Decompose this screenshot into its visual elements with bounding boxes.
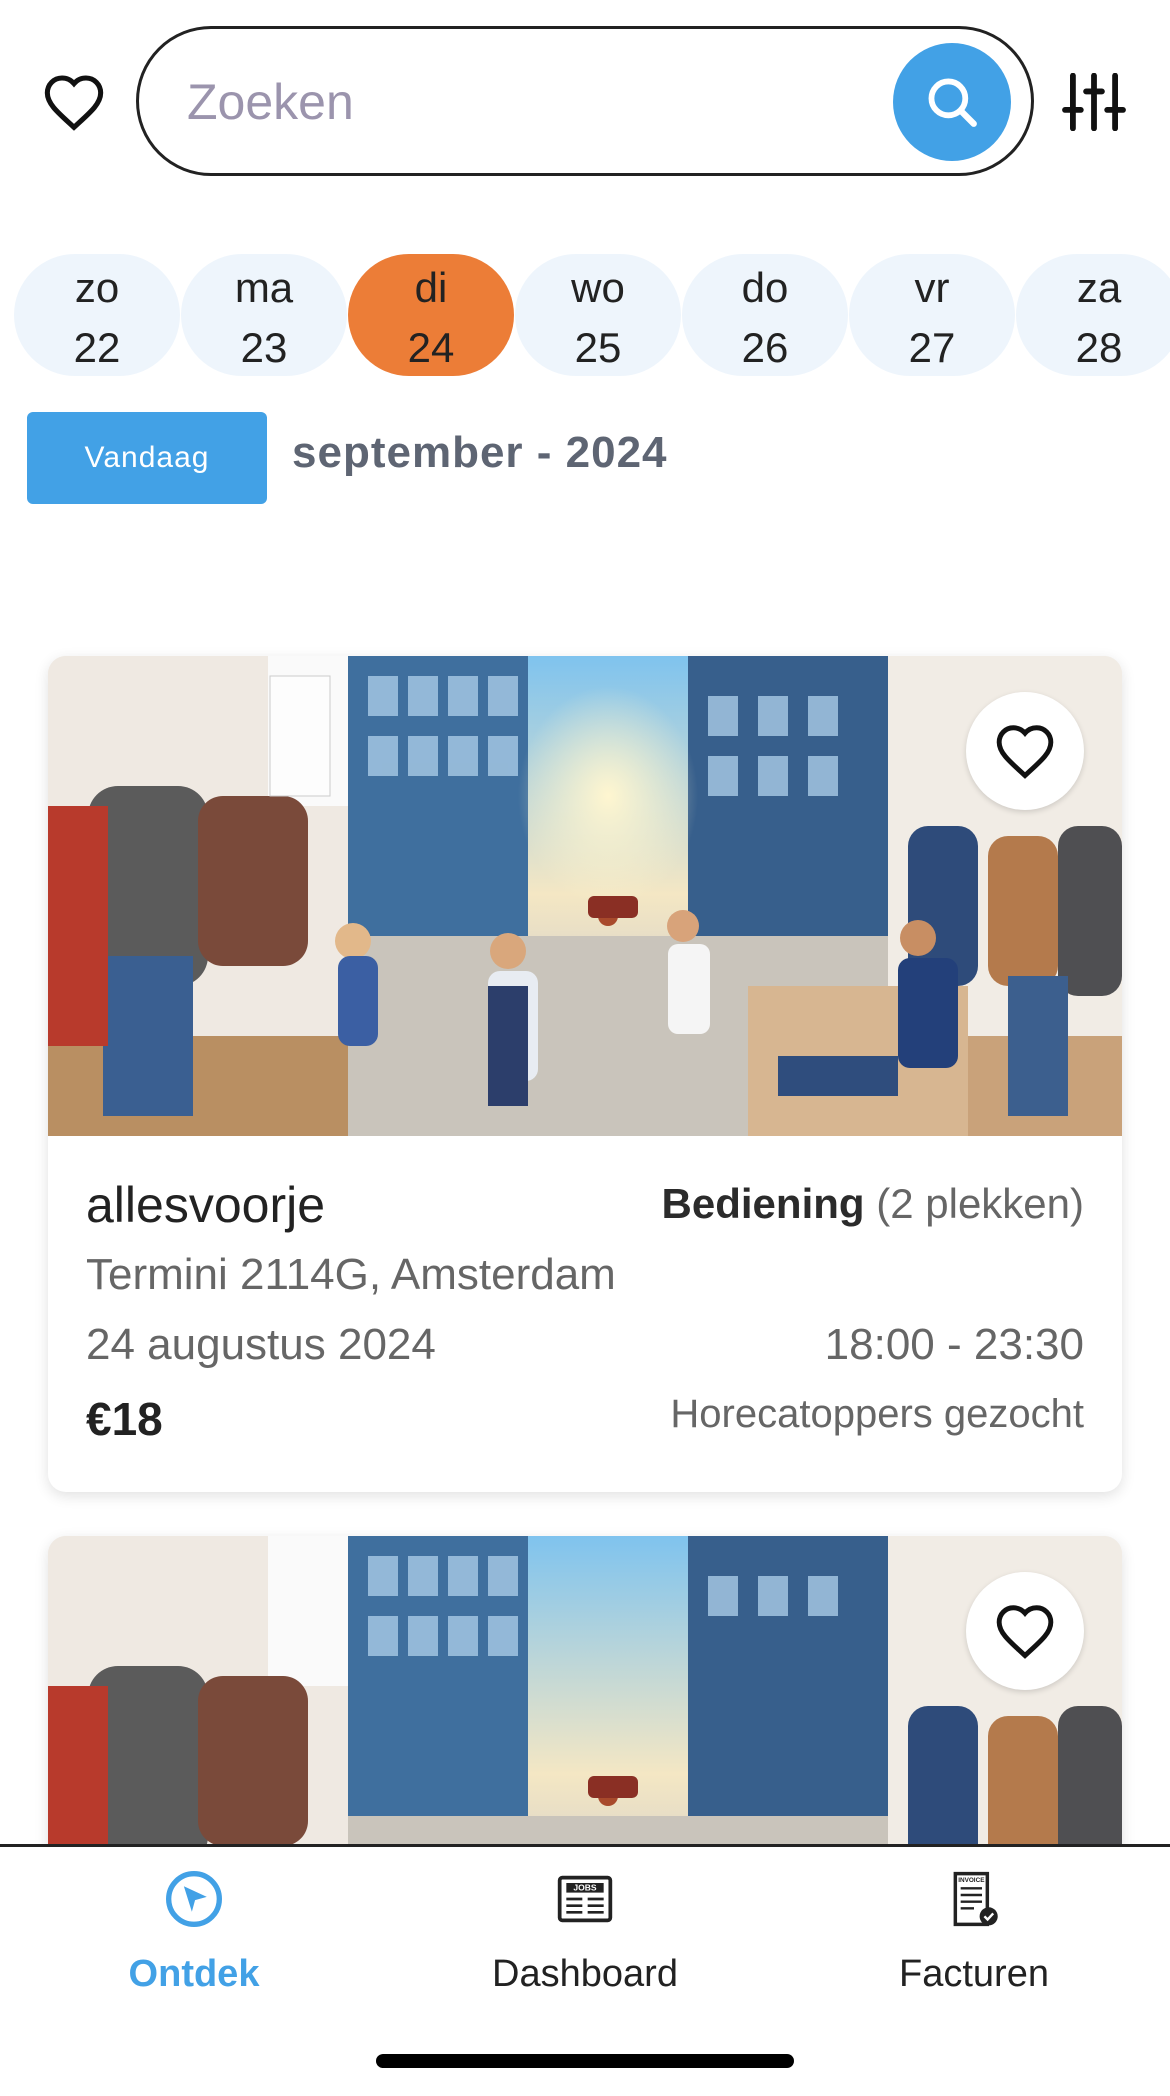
day-number: 25 bbox=[574, 324, 622, 371]
nav-label: Ontdek bbox=[128, 1953, 260, 1995]
role-name: Bediening bbox=[661, 1180, 865, 1227]
day-name: di bbox=[414, 264, 448, 311]
job-details: allesvoorje Bediening (2 plekken) Termin… bbox=[48, 1136, 1122, 1492]
address: Termini 2114G, Amsterdam bbox=[86, 1250, 616, 1299]
day-number: 24 bbox=[407, 324, 455, 371]
day-number: 26 bbox=[741, 324, 789, 371]
heart-icon bbox=[996, 725, 1054, 779]
hourly-rate: €18 bbox=[86, 1393, 163, 1445]
role-info: Bediening (2 plekken) bbox=[662, 1180, 1084, 1228]
jobs-newspaper-icon: JOBS bbox=[557, 1875, 613, 1923]
invoice-icon: INVOICE bbox=[953, 1871, 998, 1927]
day-chip[interactable]: vr 27 bbox=[849, 254, 1015, 376]
day-chip[interactable]: wo 25 bbox=[515, 254, 681, 376]
nav-tab-facturen[interactable]: INVOICE Facturen bbox=[834, 1867, 1114, 1996]
day-chip[interactable]: ma 23 bbox=[181, 254, 347, 376]
day-chip-selected[interactable]: di 24 bbox=[348, 254, 514, 376]
nav-tab-ontdek[interactable]: Ontdek bbox=[54, 1867, 334, 1996]
filter-button[interactable] bbox=[1058, 68, 1130, 136]
day-name: za bbox=[1076, 264, 1122, 311]
shift-date: 24 augustus 2024 bbox=[86, 1320, 436, 1369]
month-label: september - 2024 bbox=[292, 428, 668, 477]
nav-label: Dashboard bbox=[492, 1953, 678, 1995]
compass-icon bbox=[166, 1871, 222, 1927]
today-button[interactable]: Vandaag bbox=[27, 412, 267, 504]
day-name: do bbox=[741, 264, 789, 311]
store-illustration bbox=[48, 656, 1122, 1136]
day-name: ma bbox=[234, 264, 294, 311]
shift-time: 18:00 - 23:30 bbox=[824, 1320, 1084, 1369]
day-name: wo bbox=[571, 264, 625, 311]
heart-icon bbox=[44, 75, 104, 131]
day-chip[interactable]: do 26 bbox=[682, 254, 848, 376]
nav-label: Facturen bbox=[899, 1953, 1049, 1995]
day-name: vr bbox=[914, 264, 950, 311]
day-number: 28 bbox=[1075, 324, 1123, 371]
search-bar bbox=[136, 26, 1034, 176]
day-selector: zo 22 ma 23 di 24 wo 25 do 26 vr 27 za 2… bbox=[14, 254, 1170, 376]
search-input[interactable] bbox=[187, 59, 867, 145]
open-spots: (2 plekken) bbox=[876, 1180, 1084, 1227]
job-tagline: Horecatoppers gezocht bbox=[670, 1392, 1084, 1436]
jobs-badge-text: JOBS bbox=[573, 1883, 597, 1893]
job-image bbox=[48, 656, 1122, 1136]
search-icon bbox=[928, 78, 977, 127]
company-name: allesvoorje bbox=[86, 1177, 326, 1233]
favorite-button[interactable] bbox=[966, 1572, 1084, 1690]
home-indicator[interactable] bbox=[376, 2054, 794, 2068]
day-number: 22 bbox=[73, 324, 121, 371]
day-number: 27 bbox=[908, 324, 956, 371]
day-chip[interactable]: za 28 bbox=[1016, 254, 1170, 376]
invoice-badge-text: INVOICE bbox=[958, 1877, 985, 1884]
day-chip[interactable]: zo 22 bbox=[14, 254, 180, 376]
top-bar bbox=[0, 0, 1170, 200]
day-number: 23 bbox=[240, 324, 288, 371]
favorites-button[interactable] bbox=[40, 68, 108, 136]
day-name: zo bbox=[74, 264, 120, 311]
sliders-icon bbox=[1062, 73, 1126, 131]
heart-icon bbox=[996, 1605, 1054, 1659]
search-button[interactable] bbox=[893, 43, 1011, 161]
favorite-button[interactable] bbox=[966, 692, 1084, 810]
job-card[interactable]: allesvoorje Bediening (2 plekken) Termin… bbox=[48, 656, 1122, 1492]
nav-tab-dashboard[interactable]: JOBS Dashboard bbox=[445, 1867, 725, 1996]
